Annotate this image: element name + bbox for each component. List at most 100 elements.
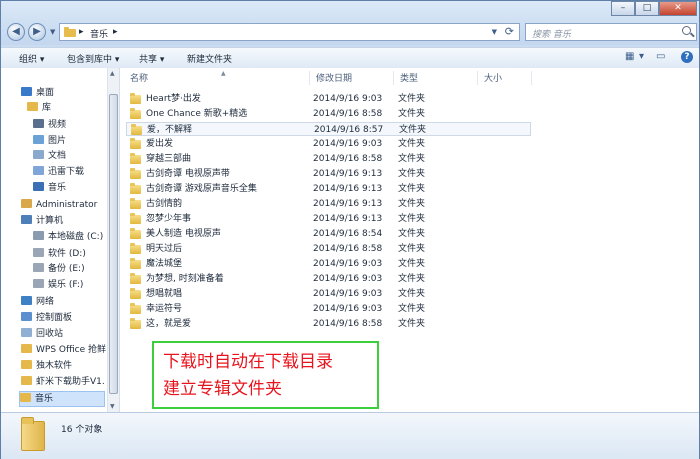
nav-item[interactable]: 文档 [33,149,66,163]
column-header-name[interactable]: 名称 ▲ [124,70,310,85]
column-header-date[interactable]: 修改日期 [310,71,394,85]
documents-icon [33,150,44,159]
table-row[interactable]: 幸运符号 2014/9/16 9:03 文件夹 [126,302,531,316]
close-button[interactable]: ✕ [659,1,697,16]
nav-item[interactable]: 娱乐 (F:) [33,278,83,292]
table-row[interactable]: 为梦想, 时刻准备着 2014/9/16 9:03 文件夹 [126,272,531,286]
nav-item[interactable]: 软件 (D:) [33,247,86,261]
help-icon[interactable]: ? [681,51,693,63]
nav-item-label: 备份 (E:) [48,264,85,274]
nav-scrollbar[interactable]: ▲ ▼ [107,68,119,412]
recent-pages-dropdown[interactable]: ▼ [50,28,55,36]
nav-item-label: 桌面 [36,88,55,98]
nav-item[interactable]: 备份 (E:) [33,262,85,276]
annotation-box: 下载时自动在下载目录 建立专辑文件夹 [152,341,379,409]
folder-icon [21,376,32,385]
nav-item[interactable]: 计算机 [21,214,63,228]
table-row[interactable]: 这，就是爱 2014/9/16 8:58 文件夹 [126,317,531,331]
file-name: 古剑奇谭 游戏原声音乐全集 [146,184,257,194]
share-button[interactable]: 共享 ▾ [139,52,164,65]
table-row[interactable]: 爱出发 2014/9/16 9:03 文件夹 [126,137,531,151]
nav-item[interactable]: 回收站 [21,327,63,341]
nav-item[interactable]: 音乐 [19,391,105,407]
nav-item[interactable]: 桌面 [21,86,54,100]
table-row[interactable]: Heart梦·出发 2014/9/16 9:03 文件夹 [126,92,531,106]
file-date: 2014/9/16 9:13 [313,214,383,224]
nav-item[interactable]: 视频 [33,118,66,132]
file-type: 文件夹 [398,94,426,104]
nav-item[interactable]: 库 [27,101,51,115]
table-row[interactable]: 古剑奇谭 游戏原声音乐全集 2014/9/16 9:13 文件夹 [126,182,531,196]
nav-item-label: 本地磁盘 (C:) [48,232,104,242]
change-view-icon[interactable]: ▦ [625,51,634,62]
column-header-size[interactable]: 大小 [478,71,532,85]
address-bar[interactable]: ▸ 音乐 ▸ ▼ ⟳ [59,23,520,41]
folder-icon [130,318,141,329]
folder-icon [21,344,32,353]
include-in-library-button[interactable]: 包含到库中 ▾ [67,52,119,65]
folder-icon [21,360,32,369]
file-name: 古剑情韵 [146,199,183,209]
refresh-icon[interactable]: ⟳ [505,25,514,38]
file-name: 爱，不解释 [147,125,193,135]
nav-item[interactable]: 虾米下载助手V1. [21,375,105,389]
organize-button[interactable]: 组织 ▾ [19,52,44,65]
table-row[interactable]: 明天过后 2014/9/16 8:58 文件夹 [126,242,531,256]
explorer-window: – □ ✕ ◀ ▶ ▼ ▸ 音乐 ▸ ▼ ⟳ 搜索 音乐 组织 ▾ 包含到库中 … [0,0,700,459]
minimize-button[interactable]: – [611,1,635,16]
folder-icon [130,213,141,224]
table-row[interactable]: 魔法城堡 2014/9/16 9:03 文件夹 [126,257,531,271]
folder-icon [130,228,141,239]
folder-icon [130,273,141,284]
drive-c-icon [33,231,44,240]
address-dropdown-icon[interactable]: ▼ [492,28,497,36]
table-row[interactable]: One Chance 新歌+精选 2014/9/16 8:58 文件夹 [126,107,531,121]
table-row[interactable]: 穿越三部曲 2014/9/16 8:58 文件夹 [126,152,531,166]
folder-icon [20,393,31,402]
file-type: 文件夹 [398,304,426,314]
file-type: 文件夹 [398,319,426,329]
nav-item[interactable]: 控制面板 [21,311,72,325]
maximize-button[interactable]: □ [635,1,659,16]
table-row[interactable]: 古剑奇谭 电视原声带 2014/9/16 9:13 文件夹 [126,167,531,181]
table-row[interactable]: 想唱就唱 2014/9/16 9:03 文件夹 [126,287,531,301]
nav-item-label: 控制面板 [36,313,73,323]
column-header-type-label: 类型 [400,74,419,84]
search-input[interactable]: 搜索 音乐 [532,27,571,40]
view-options-dropdown-icon[interactable]: ▾ [639,51,644,62]
file-date: 2014/9/16 9:13 [313,184,383,194]
breadcrumb-separator-icon[interactable]: ▸ [79,27,84,37]
scroll-up-icon[interactable]: ▲ [110,70,115,77]
nav-item-label: 迅雷下载 [48,167,85,177]
breadcrumb-separator-icon[interactable]: ▸ [113,27,118,37]
file-type: 文件夹 [398,169,426,179]
table-row[interactable]: 爱，不解释 2014/9/16 8:57 文件夹 [126,122,531,136]
back-button[interactable]: ◀ [7,23,25,41]
nav-item[interactable]: 图片 [33,134,66,148]
nav-item[interactable]: 本地磁盘 (C:) [33,230,103,244]
file-name: 美人制造 电视原声 [146,229,221,239]
nav-item[interactable]: 迅雷下载 [33,165,84,179]
search-box[interactable]: 搜索 音乐 [525,23,697,41]
table-row[interactable]: 忽梦少年事 2014/9/16 9:13 文件夹 [126,212,531,226]
nav-item[interactable]: WPS Office 抢鲜 [21,343,106,357]
scroll-down-icon[interactable]: ▼ [110,403,115,410]
nav-item[interactable]: Administrator [21,198,97,212]
file-name: 穿越三部曲 [146,154,192,164]
nav-item-label: 音乐 [35,394,54,404]
folder-icon [130,258,141,269]
file-type: 文件夹 [398,109,426,119]
column-header-type[interactable]: 类型 [394,71,478,85]
new-folder-button[interactable]: 新建文件夹 [187,52,232,65]
nav-item[interactable]: 网络 [21,295,54,309]
search-icon[interactable] [682,26,691,35]
breadcrumb-music[interactable]: 音乐 [90,27,108,40]
preview-pane-icon[interactable]: ▭ [656,51,665,62]
folder-icon [130,93,141,104]
table-row[interactable]: 美人制造 电视原声 2014/9/16 8:54 文件夹 [126,227,531,241]
table-row[interactable]: 古剑情韵 2014/9/16 9:13 文件夹 [126,197,531,211]
scrollbar-thumb[interactable] [109,94,118,394]
nav-item[interactable]: 音乐 [33,181,66,195]
forward-button[interactable]: ▶ [28,23,46,41]
nav-item[interactable]: 独木软件 [21,359,72,373]
